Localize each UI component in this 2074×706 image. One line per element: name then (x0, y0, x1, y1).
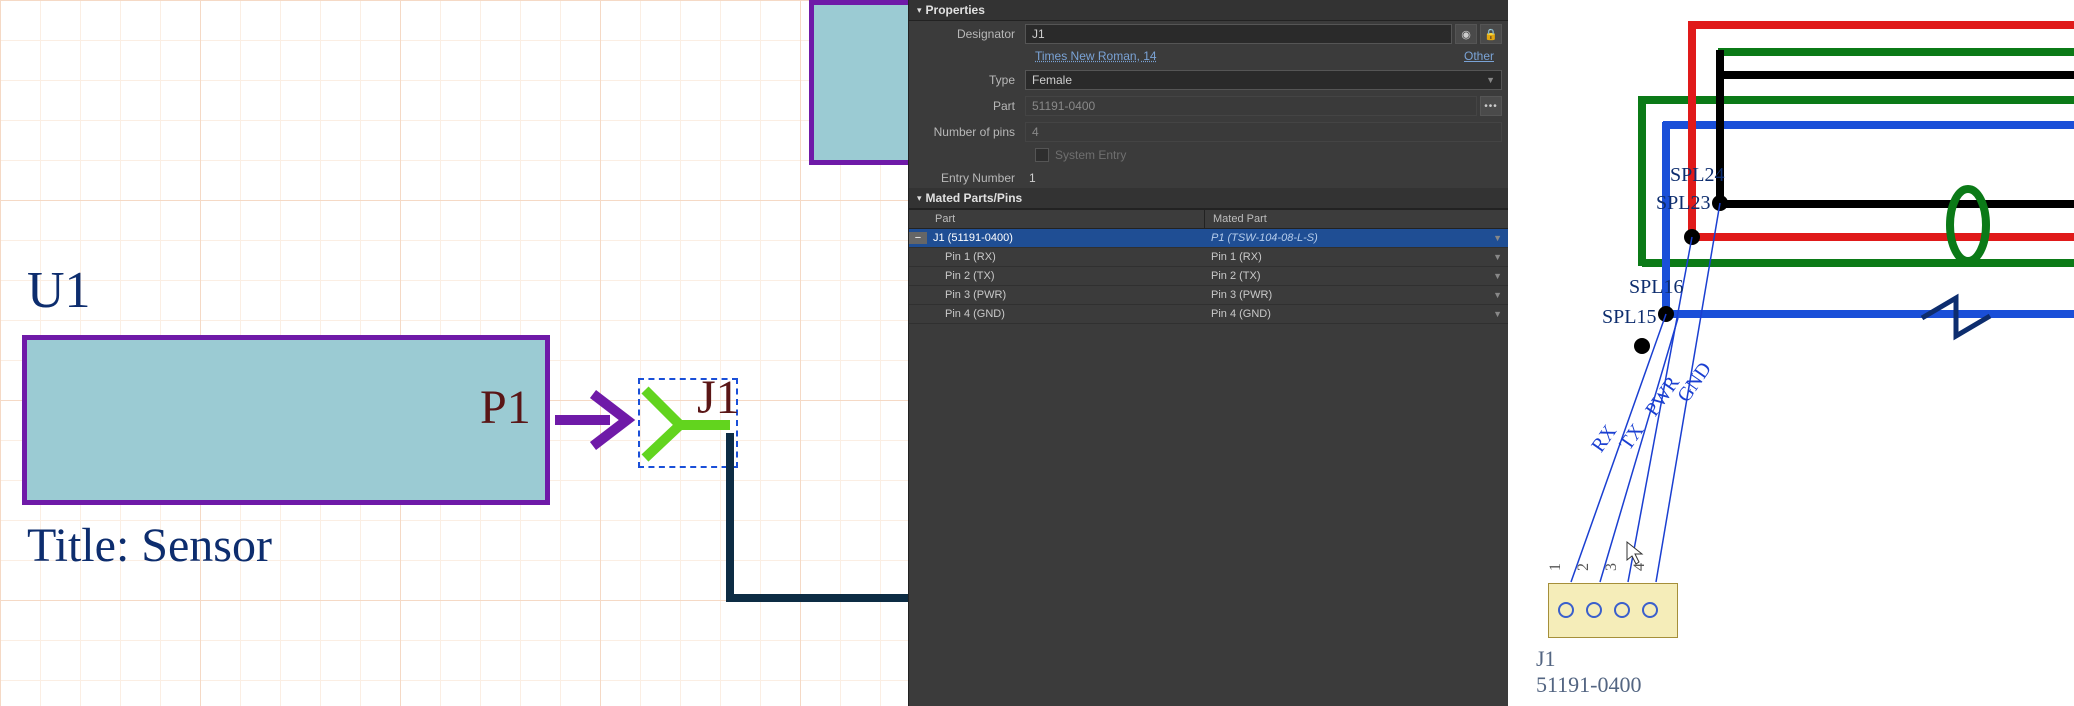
mated-matedpart-cell: Pin 4 (GND) (1211, 308, 1271, 320)
block-title-label: Title: Sensor (27, 518, 272, 573)
mated-part-cell: J1 (51191-0400) (927, 229, 1205, 247)
schematic-canvas[interactable]: U1 Title: Sensor P1 J1 (0, 0, 908, 706)
connector-j1-label: J1 (697, 370, 740, 425)
mated-row-pin[interactable]: Pin 1 (RX) Pin 1 (RX) ▼ (909, 248, 1508, 267)
mated-matedpart-cell: P1 (TSW-104-08-L-S) (1211, 232, 1318, 244)
system-entry-checkbox[interactable] (1035, 148, 1049, 162)
type-label: Type (915, 73, 1025, 87)
pin-hole-icon (1586, 602, 1602, 618)
wire-bent (720, 433, 910, 633)
numpins-input (1025, 122, 1502, 142)
part-input[interactable] (1025, 96, 1477, 116)
mated-section-header[interactable]: ▾ Mated Parts/Pins (909, 188, 1508, 209)
mated-part-cell: Pin 3 (PWR) (927, 286, 1205, 304)
mated-row-pin[interactable]: Pin 2 (TX) Pin 2 (TX) ▼ (909, 267, 1508, 286)
entrynum-value: 1 (1025, 171, 1036, 185)
collapse-icon: ▾ (917, 193, 922, 204)
chevron-down-icon[interactable]: ▼ (1493, 233, 1502, 243)
pin-number-1: 1 (1547, 563, 1565, 571)
port-p1-label: P1 (480, 380, 531, 435)
block-u1[interactable] (22, 335, 550, 505)
mated-matedpart-cell: Pin 1 (RX) (1211, 251, 1262, 263)
mated-row-parent[interactable]: − J1 (51191-0400) P1 (TSW-104-08-L-S) ▼ (909, 229, 1508, 248)
port-arrow-icon (555, 380, 645, 450)
mated-row-pin[interactable]: Pin 3 (PWR) Pin 3 (PWR) ▼ (909, 286, 1508, 305)
properties-panel: ▾ Properties Designator ◉ 🔒 Times New Ro… (908, 0, 1508, 706)
pin-hole-icon (1614, 602, 1630, 618)
chevron-down-icon[interactable]: ▼ (1493, 252, 1502, 262)
pin-hole-icon (1558, 602, 1574, 618)
pin-number-3: 3 (1603, 563, 1621, 571)
mated-matedpart-cell: Pin 2 (TX) (1211, 270, 1261, 282)
system-entry-label: System Entry (1055, 148, 1126, 162)
block-ref-label: U1 (27, 261, 91, 320)
chevron-down-icon[interactable]: ▼ (1493, 290, 1502, 300)
designator-label: Designator (915, 27, 1025, 41)
type-value: Female (1032, 73, 1072, 87)
part-label: Part (915, 99, 1025, 113)
part-browse-button[interactable]: ••• (1480, 96, 1502, 116)
harness-conn-part: 51191-0400 (1536, 672, 1642, 698)
collapse-icon: ▾ (917, 5, 922, 16)
block-top-partial (809, 0, 909, 165)
designator-input[interactable] (1025, 24, 1452, 44)
mated-col-mated: Mated Part (1205, 210, 1508, 228)
mated-col-part: Part (909, 210, 1205, 228)
harness-conn-ref: J1 (1536, 646, 1556, 672)
pin-hole-icon (1642, 602, 1658, 618)
properties-title: Properties (926, 3, 985, 17)
tree-collapse-icon[interactable]: − (909, 232, 927, 244)
lock-icon[interactable]: 🔒 (1480, 24, 1502, 44)
splice-label-spl24: SPL24 (1670, 164, 1724, 187)
mated-part-cell: Pin 4 (GND) (927, 305, 1205, 323)
font-link[interactable]: Times New Roman, 14 (1035, 49, 1157, 63)
splice-label-spl23: SPL23 (1656, 192, 1710, 215)
properties-section-header[interactable]: ▾ Properties (909, 0, 1508, 21)
numpins-label: Number of pins (915, 125, 1025, 139)
mated-row-pin[interactable]: Pin 4 (GND) Pin 4 (GND) ▼ (909, 305, 1508, 324)
mated-table-header: Part Mated Part (909, 209, 1508, 229)
chevron-down-icon: ▼ (1486, 75, 1495, 85)
mated-part-cell: Pin 2 (TX) (927, 267, 1205, 285)
type-select[interactable]: Female ▼ (1025, 70, 1502, 90)
pin-number-2: 2 (1575, 563, 1593, 571)
mated-part-cell: Pin 1 (RX) (927, 248, 1205, 266)
mated-matedpart-cell: Pin 3 (PWR) (1211, 289, 1272, 301)
mated-title: Mated Parts/Pins (926, 191, 1023, 205)
visibility-toggle-icon[interactable]: ◉ (1455, 24, 1477, 44)
mouse-cursor-icon (1625, 540, 1645, 566)
chevron-down-icon[interactable]: ▼ (1493, 309, 1502, 319)
splice-label-spl16: SPL16 (1629, 276, 1683, 299)
font-other-link[interactable]: Other (1464, 49, 1502, 63)
splice-label-spl15: SPL15 (1602, 306, 1656, 329)
connector-pin-holes (1558, 602, 1658, 618)
chevron-down-icon[interactable]: ▼ (1493, 271, 1502, 281)
entrynum-label: Entry Number (915, 171, 1025, 185)
